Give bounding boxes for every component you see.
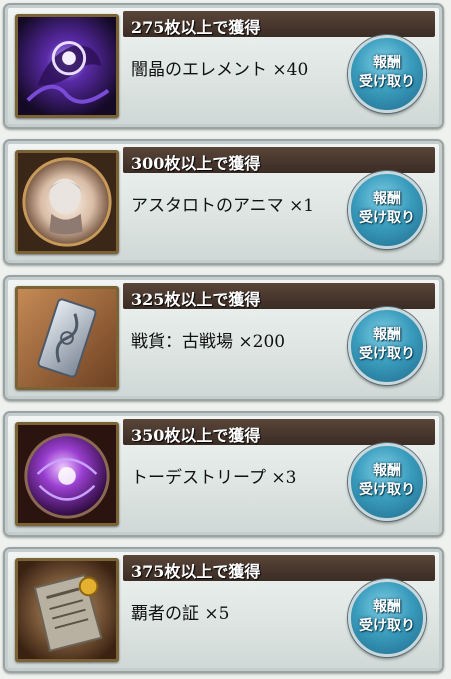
reward-card: 375枚以上で獲得 覇者の証 ×5 報酬 受け取り (3, 547, 444, 673)
reward-thumbnail-frame (15, 150, 119, 254)
reward-threshold-label: 350枚以上で獲得 (131, 426, 261, 445)
reward-card: 325枚以上で獲得 戦貨：古戦場 ×200 報酬 受け取り (3, 275, 444, 401)
claim-reward-button[interactable]: 報酬 受け取り (348, 171, 426, 249)
reward-threshold-header: 375枚以上で獲得 (123, 555, 435, 581)
war-token-icon (18, 289, 116, 387)
reward-threshold-label: 325枚以上で獲得 (131, 290, 261, 309)
reward-thumbnail-frame (15, 14, 119, 118)
reward-item-name: 覇者の証 ×5 (131, 604, 230, 624)
reward-item-name: 闇晶のエレメント ×40 (131, 60, 309, 80)
reward-item-name: アスタロトのアニマ ×1 (131, 196, 315, 216)
reward-thumbnail-frame (15, 558, 119, 662)
claim-reward-label: 報酬 受け取り (359, 55, 415, 90)
reward-item-name: 戦貨：古戦場 ×200 (131, 332, 286, 352)
reward-card: 275枚以上で獲得 闇晶のエレメント ×40 報酬 受け取り (3, 3, 444, 129)
reward-threshold-header: 275枚以上で獲得 (123, 11, 435, 37)
reward-item-name: トーデストリープ ×3 (131, 468, 297, 488)
claim-reward-button[interactable]: 報酬 受け取り (348, 35, 426, 113)
dark-element-icon (18, 17, 116, 115)
claim-reward-button[interactable]: 報酬 受け取り (348, 307, 426, 385)
reward-threshold-label: 300枚以上で獲得 (131, 154, 261, 173)
reward-list: 275枚以上で獲得 闇晶のエレメント ×40 報酬 受け取り 300枚以上で獲得… (0, 0, 451, 679)
claim-reward-label: 報酬 受け取り (359, 191, 415, 226)
reward-threshold-header: 325枚以上で獲得 (123, 283, 435, 309)
astaroth-anima-icon (18, 153, 116, 251)
champion-proof-icon (18, 561, 116, 659)
reward-thumbnail-frame (15, 286, 119, 390)
claim-reward-label: 報酬 受け取り (359, 327, 415, 362)
reward-threshold-header: 350枚以上で獲得 (123, 419, 435, 445)
reward-threshold-label: 375枚以上で獲得 (131, 562, 261, 581)
reward-card: 350枚以上で獲得 トーデストリープ ×3 報酬 受け取り (3, 411, 444, 537)
reward-threshold-header: 300枚以上で獲得 (123, 147, 435, 173)
claim-reward-label: 報酬 受け取り (359, 463, 415, 498)
todestrieb-orb-icon (18, 425, 116, 523)
reward-card: 300枚以上で獲得 アスタロトのアニマ ×1 報酬 受け取り (3, 139, 444, 265)
reward-thumbnail-frame (15, 422, 119, 526)
claim-reward-button[interactable]: 報酬 受け取り (348, 579, 426, 657)
claim-reward-button[interactable]: 報酬 受け取り (348, 443, 426, 521)
reward-threshold-label: 275枚以上で獲得 (131, 18, 261, 37)
claim-reward-label: 報酬 受け取り (359, 599, 415, 634)
